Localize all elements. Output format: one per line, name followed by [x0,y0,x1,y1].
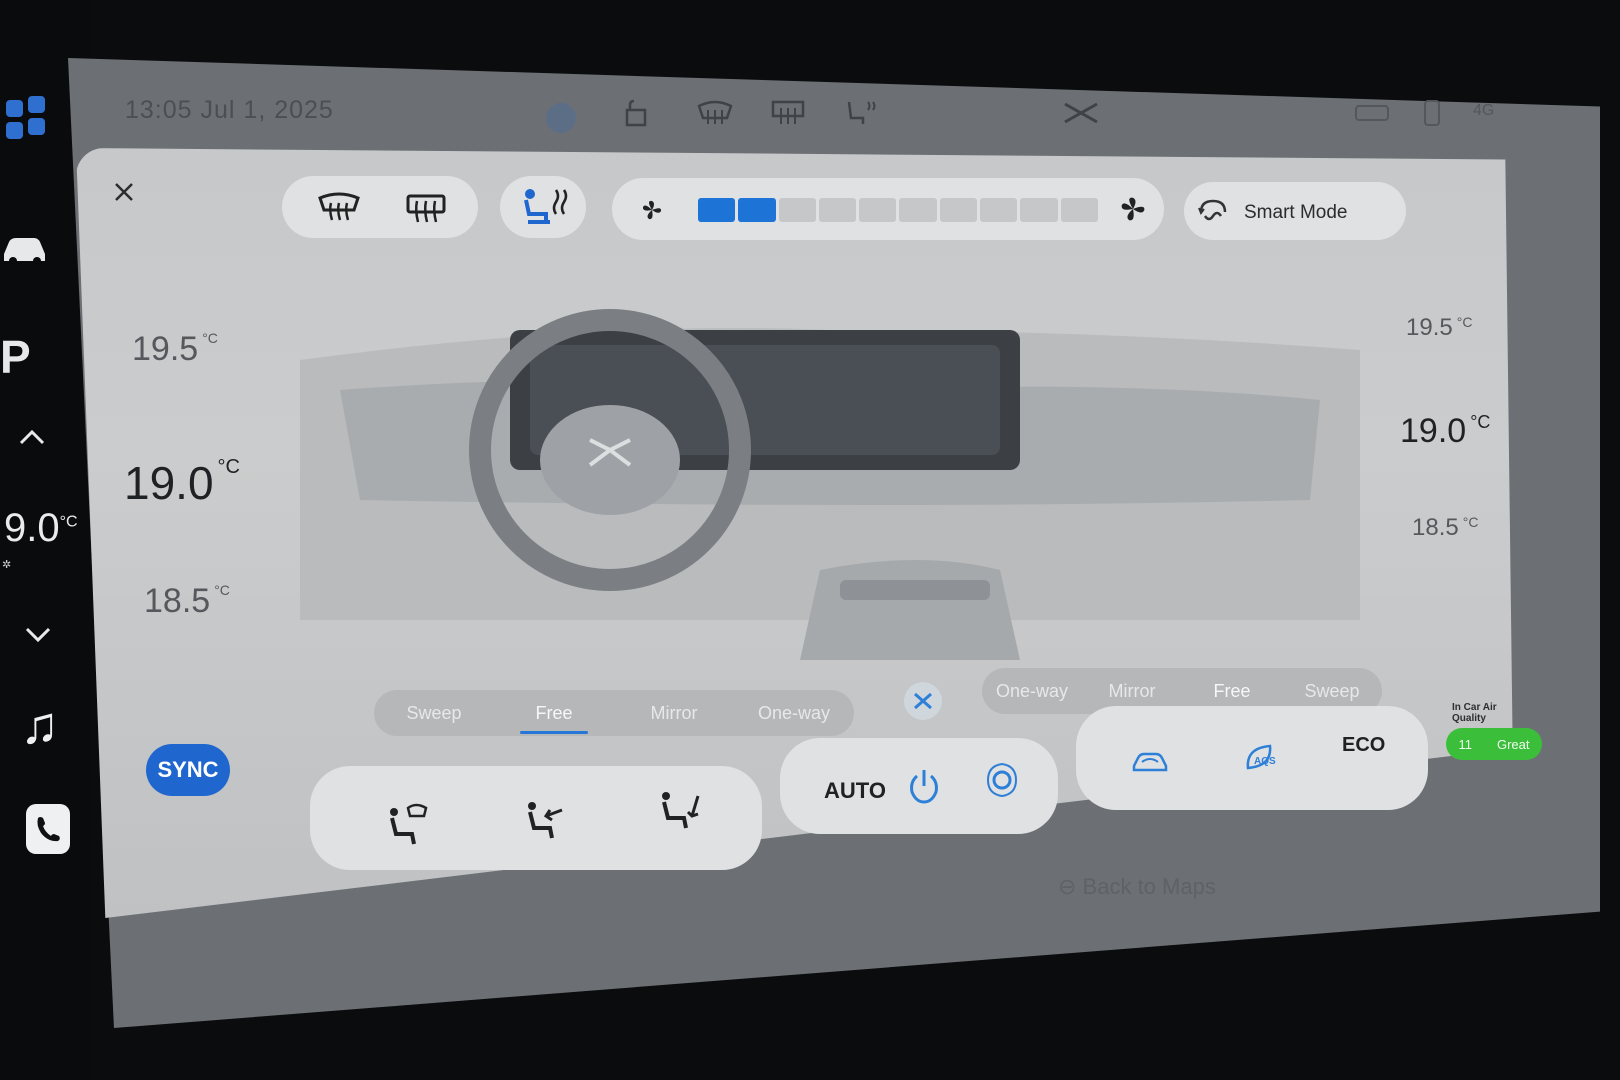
eco-button[interactable]: ECO [1342,734,1385,757]
vent-center-icon [904,682,942,720]
left-vent-tab-free[interactable]: Free [494,703,614,734]
car-interior-illustration [300,309,1360,660]
right-temp-current-value: 19.0 [1400,412,1467,450]
right-temp-current-unit: °C [1470,412,1491,432]
right-vent-tab-mirror[interactable]: Mirror [1082,681,1182,702]
recirculation-icon[interactable] [1130,748,1170,776]
park-label: P [0,331,31,383]
fan-speed-segment[interactable] [698,198,736,222]
air-quality-value: 11 [1458,736,1472,752]
airflow-face-button[interactable] [522,796,572,842]
right-temp-above[interactable]: 19.5 °C [1406,314,1472,342]
seat-heat-status-icon[interactable] [841,98,879,128]
left-vent-mode-tabs: Sweep Free Mirror One-way [374,690,854,736]
lock-icon[interactable] [619,98,651,128]
sync-button[interactable]: SYNC [146,744,230,796]
left-temp-below-unit: °C [214,582,230,598]
fan-speed-segment[interactable] [939,198,978,222]
fan-speed-segment[interactable] [899,198,937,222]
cabin-temp-unit: °C [59,513,78,531]
left-temp-below-value: 18.5 [144,582,211,620]
left-temp-above[interactable]: 19.5 °C [132,330,218,369]
left-temp-current-unit: °C [217,456,240,478]
aqs-label: AQS [1254,756,1276,767]
left-vent-tab-mirror[interactable]: Mirror [614,703,734,724]
back-to-maps-link[interactable]: ⊖ Back to Maps [1058,874,1216,900]
smart-mode-label: Smart Mode [1244,202,1348,223]
left-temp-current[interactable]: 19.0 °C [124,456,240,510]
battery-icon [1355,105,1389,121]
front-defrost-status-icon[interactable] [695,98,735,128]
music-icon[interactable]: ♫ [20,700,59,752]
signal-indicator: 4G [1473,102,1495,119]
cabin-temp-value: 9.0 [4,506,60,550]
fan-low-icon[interactable] [640,198,664,222]
right-temp-below-unit: °C [1462,514,1479,530]
phone-icon[interactable] [26,804,70,854]
brand-logo-icon [1064,102,1098,124]
phone-status-icon [1424,100,1440,126]
close-icon[interactable] [108,176,140,208]
fan-speed-segment[interactable] [818,198,857,222]
fan-speed-segment[interactable] [1060,198,1098,222]
app-grid-icon[interactable] [6,92,52,152]
left-vent-tab-sweep[interactable]: Sweep [374,703,494,724]
back-arrow-icon: ⊖ [1058,874,1083,899]
smart-mode-icon [1198,199,1227,221]
park-assist-icon[interactable]: P [0,330,31,384]
air-quality-title: In Car Air Quality [1452,702,1497,724]
right-temp-above-unit: °C [1456,314,1473,330]
defrost-group [282,176,478,238]
right-temp-below[interactable]: 18.5 °C [1412,514,1478,542]
car-icon[interactable] [0,228,50,268]
seat-heat-button[interactable] [520,186,572,226]
clock: 13:05 Jul 1, 2025 [125,96,334,124]
left-temp-current-value: 19.0 [124,457,214,509]
fan-high-icon[interactable] [1118,194,1148,224]
left-temp-below[interactable]: 18.5 °C [144,582,230,621]
fan-speed-segment[interactable] [980,198,1018,222]
air-quality-badge: 11 Great [1446,728,1542,760]
auto-button[interactable]: AUTO [824,778,886,804]
fan-mini-icon: ✲ [2,559,12,571]
chevron-up-icon[interactable] [18,428,46,446]
left-temp-above-unit: °C [202,330,218,346]
right-vent-tab-one-way[interactable]: One-way [982,681,1082,702]
fan-speed-segment[interactable] [1020,198,1058,222]
fan-speed-segment[interactable] [859,198,897,222]
voice-assistant-icon[interactable] [543,98,579,138]
airflow-windshield-button[interactable] [384,802,434,848]
rear-defrost-button[interactable] [404,192,448,224]
ac-icon[interactable] [982,760,1022,800]
right-temp-below-value: 18.5 [1412,514,1459,541]
left-vent-tab-one-way[interactable]: One-way [734,703,854,724]
rear-defrost-status-icon[interactable] [769,98,807,128]
right-temp-above-value: 19.5 [1406,314,1453,341]
back-to-maps-label: Back to Maps [1082,874,1216,899]
left-temp-above-value: 19.5 [132,330,199,368]
fan-speed-slider[interactable] [698,198,1098,222]
status-bar: 13:05 Jul 1, 2025 4G [125,92,1575,136]
air-quality-status: Great [1496,736,1530,752]
fan-speed-segment[interactable] [778,198,816,222]
right-temp-current[interactable]: 19.0 °C [1400,412,1490,451]
aqs-button[interactable]: AQS [1240,740,1284,776]
fan-speed-segment[interactable] [738,198,776,222]
airflow-feet-button[interactable] [656,786,706,832]
front-defrost-button[interactable] [316,190,362,224]
right-vent-tab-sweep[interactable]: Sweep [1282,681,1382,702]
cabin-temp-readout: 9.0°C [4,506,78,551]
right-vent-tab-free[interactable]: Free [1182,681,1282,712]
chevron-down-icon[interactable] [24,626,52,644]
power-icon[interactable] [906,766,942,806]
